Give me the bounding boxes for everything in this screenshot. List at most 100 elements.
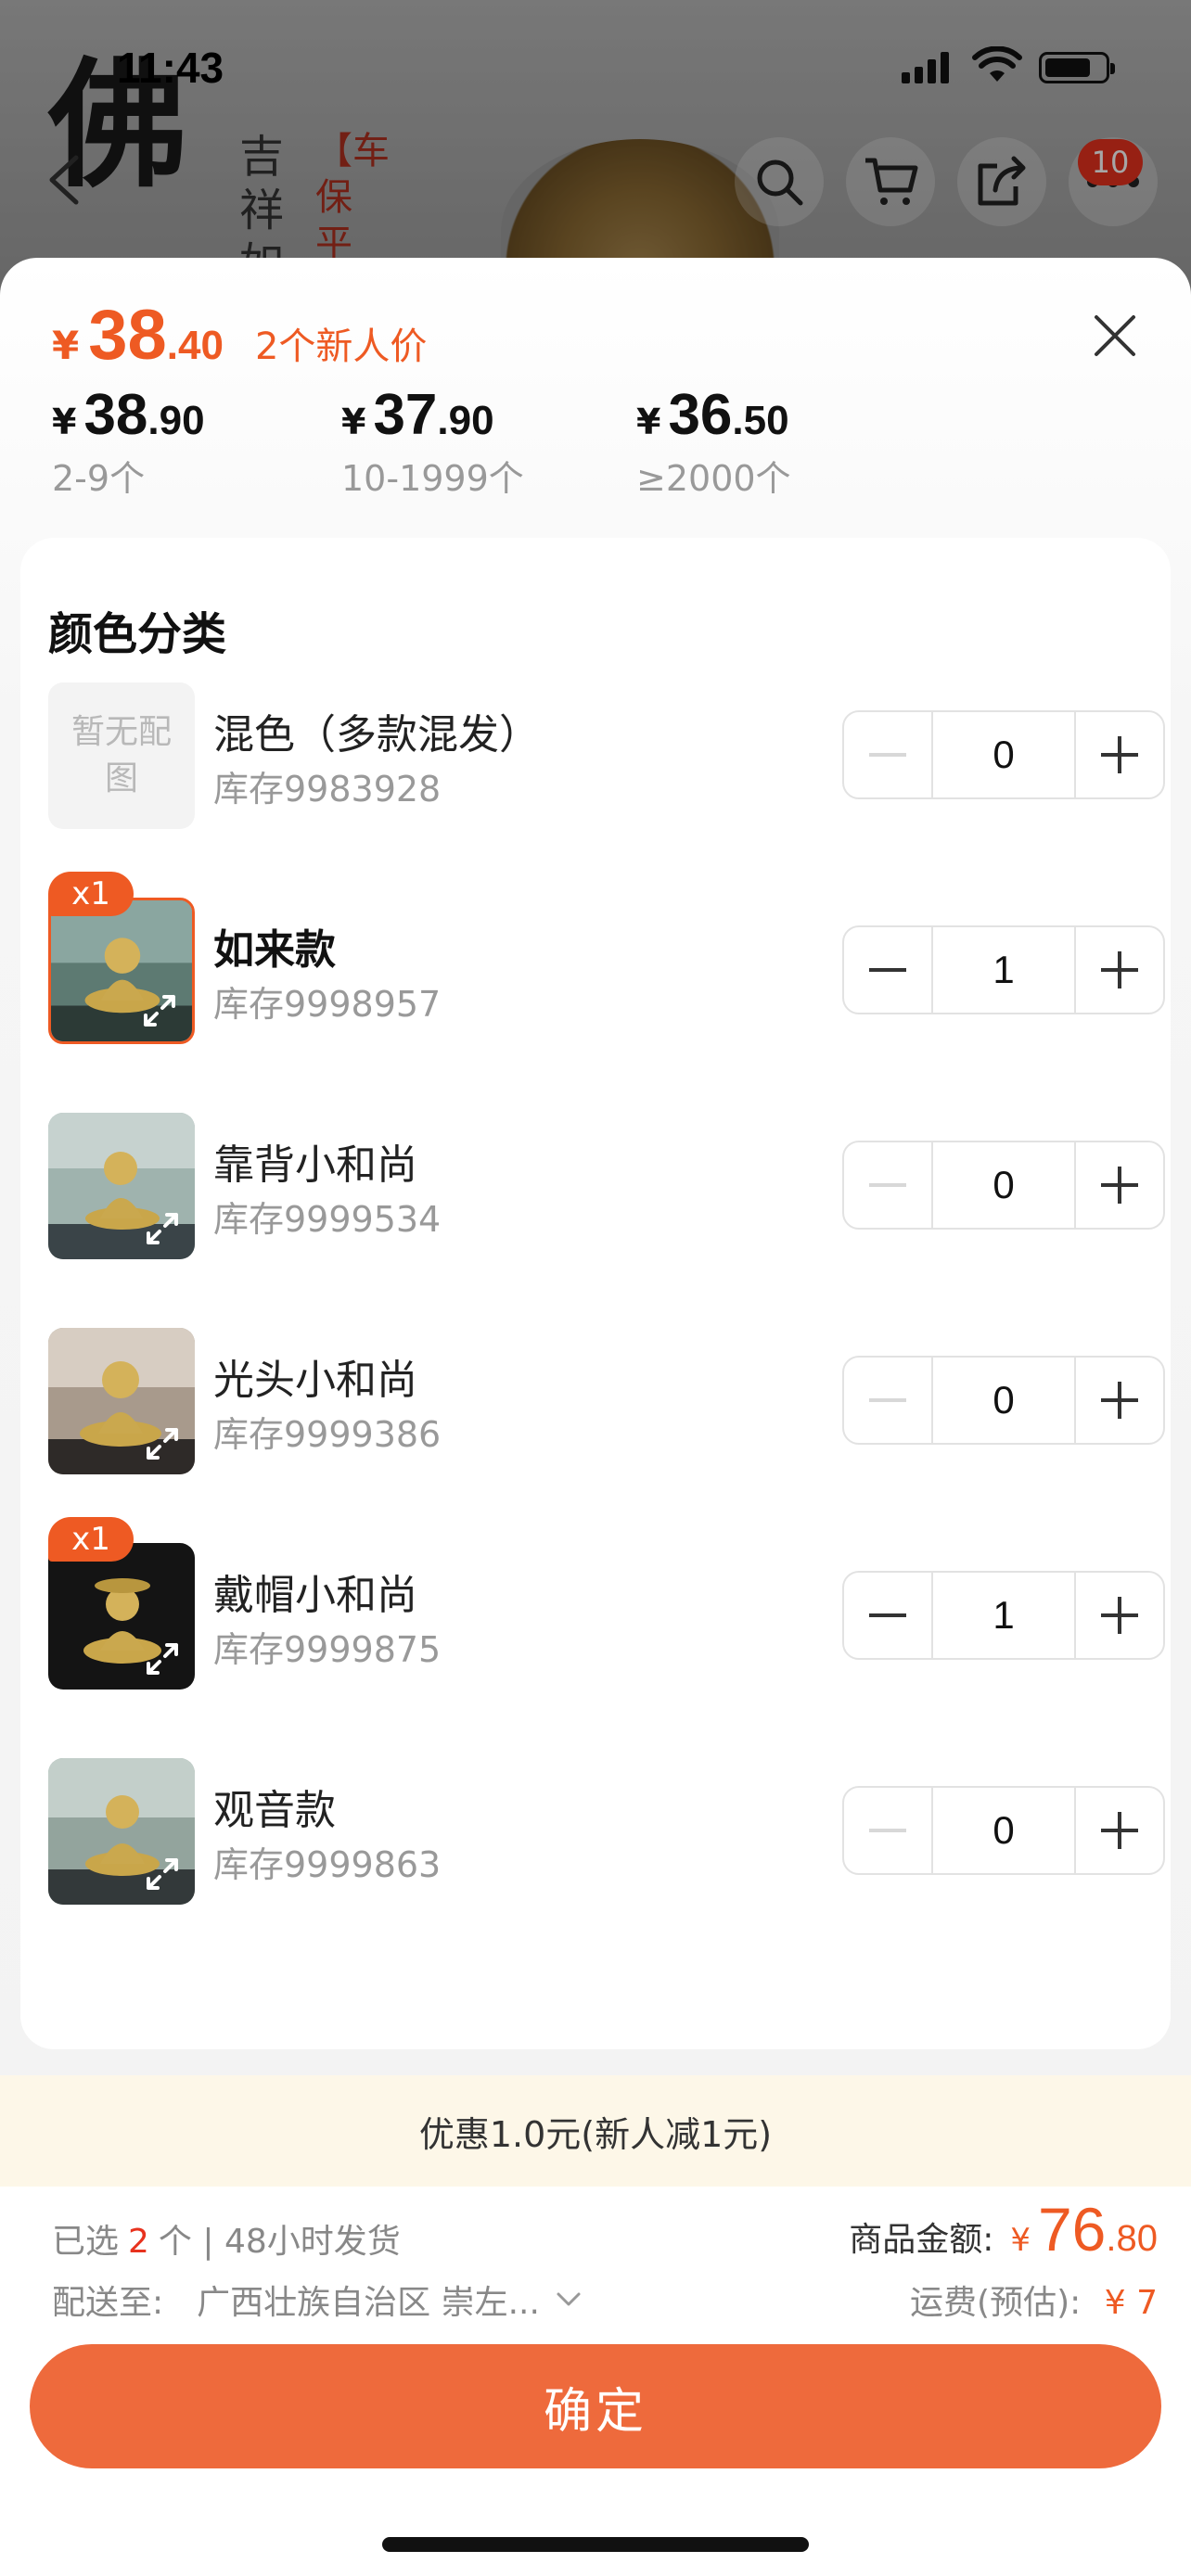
plus-icon [1101,1597,1138,1634]
shipping-address[interactable]: 配送至: 广西壮族自治区 崇左... [52,2276,583,2324]
selected-suffix: 个 | 48小时发货 [158,2223,401,2261]
increase-button[interactable] [1076,1788,1163,1873]
freight-estimate: 运费(预估): ¥ 7 [910,2276,1158,2324]
decrease-button[interactable] [844,1788,931,1873]
freight-label: 运费(预估): [910,2284,1082,2322]
decrease-button[interactable] [844,1358,931,1443]
option-thumbnail[interactable] [48,1328,195,1474]
option-row-mixed[interactable]: 暂无配图 混色（多款混发） 库存9983928 0 [48,682,1165,831]
expand-icon[interactable] [141,1638,184,1680]
price-tier: ¥36.50 ≥2000个 [636,382,791,501]
price-tier: ¥38.90 2-9个 [52,382,205,501]
section-title: 颜色分类 [48,608,227,660]
minus-icon [869,968,906,972]
amount-decimal: .80 [1106,2218,1158,2259]
option-name: 靠背小和尚 [213,1141,417,1189]
selected-count: 2 [128,2223,149,2261]
tier-currency: ¥ [52,402,77,442]
plus-icon [1101,736,1138,773]
quantity-stepper: 1 [842,925,1165,1014]
quantity-stepper: 0 [842,1786,1165,1875]
minus-icon [869,753,906,757]
minus-icon [869,1183,906,1187]
new-user-price-label: 2个新人价 [254,325,428,368]
expand-icon[interactable] [141,1422,184,1465]
option-name: 如来款 [213,926,336,974]
discount-banner: 优惠1.0元(新人减1元) [0,2075,1191,2187]
close-icon[interactable] [1087,308,1143,363]
ship-label: 配送至: [52,2284,164,2322]
option-name: 戴帽小和尚 [213,1572,417,1619]
expand-icon[interactable] [141,1207,184,1250]
tier-price-decimal: .50 [732,398,789,443]
increase-button[interactable] [1076,712,1163,797]
increase-button[interactable] [1076,927,1163,1013]
tier-quantity: 2-9个 [52,458,146,499]
option-row-daimao[interactable]: x1 戴帽小和尚 库存9999875 1 [48,1517,1165,1691]
goods-amount: 商品金额: ¥ 76 .80 [849,2194,1158,2264]
plus-icon [1101,1382,1138,1419]
quantity-stepper: 1 [842,1571,1165,1660]
expand-icon[interactable] [138,989,181,1032]
price-tier: ¥37.90 10-1999个 [341,382,524,501]
selected-info: 已选 2 个 | 48小时发货 [52,2214,401,2263]
quantity-value[interactable]: 1 [931,927,1076,1013]
order-summary: 已选 2 个 | 48小时发货 配送至: 广西壮族自治区 崇左... 商品金额: ¥… [0,2187,1191,2576]
increase-button[interactable] [1076,1573,1163,1658]
tier-price-decimal: .90 [437,398,494,443]
option-row-guangtou[interactable]: 光头小和尚 库存9999386 0 [48,1328,1165,1476]
option-thumbnail[interactable] [48,1543,195,1690]
quantity-stepper: 0 [842,1356,1165,1445]
option-stock: 库存9999534 [213,1199,442,1240]
selected-prefix: 已选 [52,2223,120,2261]
decrease-button[interactable] [844,712,931,797]
amount-label: 商品金额: [849,2221,994,2259]
quantity-stepper: 0 [842,710,1165,799]
plus-icon [1101,1812,1138,1849]
quantity-stepper: 0 [842,1141,1165,1230]
currency-symbol: ¥ [52,323,80,368]
increase-button[interactable] [1076,1358,1163,1443]
selected-qty-badge: x1 [48,872,134,916]
head-price: ¥ 38 .40 2个新人价 [52,295,427,376]
increase-button[interactable] [1076,1142,1163,1228]
option-row-rulai[interactable]: x1 如来款 库存9998957 1 [48,872,1165,1046]
chevron-down-icon [557,2292,581,2306]
option-stock: 库存9999863 [213,1844,442,1885]
selected-qty-badge: x1 [48,1517,134,1562]
decrease-button[interactable] [844,927,931,1013]
decrease-button[interactable] [844,1142,931,1228]
quantity-value[interactable]: 0 [931,1788,1076,1873]
tier-price-integer: 38 [83,383,148,447]
option-stock: 库存9998957 [213,984,442,1025]
minus-icon [869,1613,906,1617]
sku-selection-sheet: ¥ 38 .40 2个新人价 ¥38.90 2-9个 ¥37.90 10-199… [0,258,1191,2576]
decrease-button[interactable] [844,1573,931,1658]
tier-quantity: 10-1999个 [341,458,524,499]
quantity-value[interactable]: 0 [931,1142,1076,1228]
option-name: 混色（多款混发） [213,711,540,759]
quantity-value[interactable]: 0 [931,1358,1076,1443]
quantity-value[interactable]: 0 [931,712,1076,797]
minus-icon [869,1829,906,1832]
quantity-value[interactable]: 1 [931,1573,1076,1658]
option-thumbnail[interactable] [48,1758,195,1905]
expand-icon[interactable] [141,1853,184,1895]
option-row-guanyin[interactable]: 观音款 库存9999863 0 [48,1758,1165,1906]
option-stock: 库存9999386 [213,1414,442,1455]
ship-address-text: 广西壮族自治区 崇左... [197,2284,540,2322]
option-name: 观音款 [213,1787,336,1834]
tier-currency: ¥ [636,402,661,442]
home-indicator[interactable] [382,2537,809,2552]
tier-price-integer: 36 [668,383,733,447]
option-thumbnail[interactable] [48,1113,195,1259]
option-row-kaobei[interactable]: 靠背小和尚 库存9999534 0 [48,1113,1165,1261]
tier-price-integer: 37 [373,383,438,447]
no-image-placeholder: 暂无配图 [48,682,195,829]
tier-currency: ¥ [341,402,366,442]
tier-price-decimal: .90 [147,398,205,443]
freight-value: ¥ 7 [1104,2284,1158,2322]
plus-icon [1101,951,1138,988]
confirm-button[interactable]: 确定 [30,2344,1161,2468]
option-thumbnail[interactable] [48,898,195,1044]
